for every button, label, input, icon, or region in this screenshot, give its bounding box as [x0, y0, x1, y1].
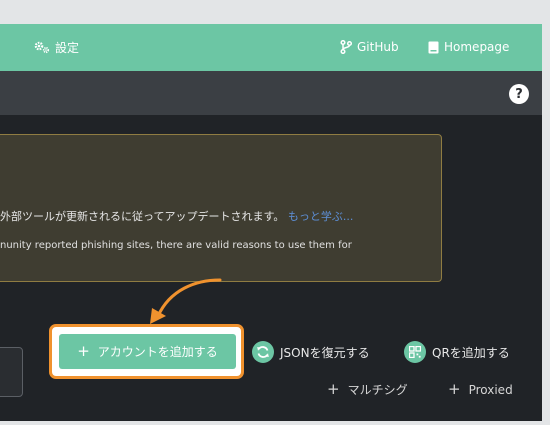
plus-icon: +: [448, 380, 461, 398]
qr-code-icon: [404, 341, 426, 363]
proxied-label: Proxied: [468, 382, 513, 397]
learn-more-link[interactable]: もっと学ぶ...: [288, 210, 354, 223]
help-button[interactable]: ?: [509, 84, 529, 104]
multisig-button[interactable]: + マルチシグ: [327, 381, 408, 398]
book-icon: [428, 41, 439, 54]
restore-json-label: JSONを復元する: [280, 345, 370, 360]
left-input-field[interactable]: [0, 347, 23, 397]
sub-header-bar: [0, 71, 542, 115]
browser-chrome-bottom: [0, 421, 550, 425]
gears-icon: [34, 40, 50, 54]
nav-homepage-label: Homepage: [444, 40, 510, 54]
plus-icon: +: [77, 342, 90, 360]
add-account-label: アカウントを追加する: [97, 345, 218, 359]
warning-message: 外部ツールが更新されるに従ってアップデートされます。: [0, 210, 285, 223]
question-icon: ?: [515, 86, 523, 102]
add-qr-label: QRを追加する: [432, 345, 510, 360]
sync-icon: [252, 341, 274, 363]
browser-chrome-top: [0, 0, 550, 24]
nav-github-label: GitHub: [357, 40, 399, 54]
add-account-button[interactable]: + アカウントを追加する: [59, 334, 236, 369]
add-qr-button[interactable]: QRを追加する: [404, 341, 510, 363]
browser-chrome-right: [542, 0, 550, 425]
branch-icon: [340, 40, 352, 54]
multisig-label: マルチシグ: [347, 383, 408, 397]
nav-settings-label: 設定: [55, 40, 80, 55]
nav-github-link[interactable]: GitHub: [340, 38, 399, 56]
restore-json-button[interactable]: JSONを復元する: [252, 341, 370, 363]
warning-text-line2: nunity reported phishing sites, there ar…: [0, 240, 352, 251]
plus-icon: +: [327, 380, 340, 398]
nav-settings-link[interactable]: 設定: [34, 38, 79, 56]
proxied-button[interactable]: + Proxied: [448, 382, 513, 397]
pointer-arrow-icon: [150, 278, 222, 324]
nav-homepage-link[interactable]: Homepage: [428, 38, 509, 56]
top-navbar: 設定 GitHub Homepage: [0, 24, 542, 71]
warning-text-line1: 外部ツールが更新されるに従ってアップデートされます。 もっと学ぶ...: [0, 208, 353, 224]
